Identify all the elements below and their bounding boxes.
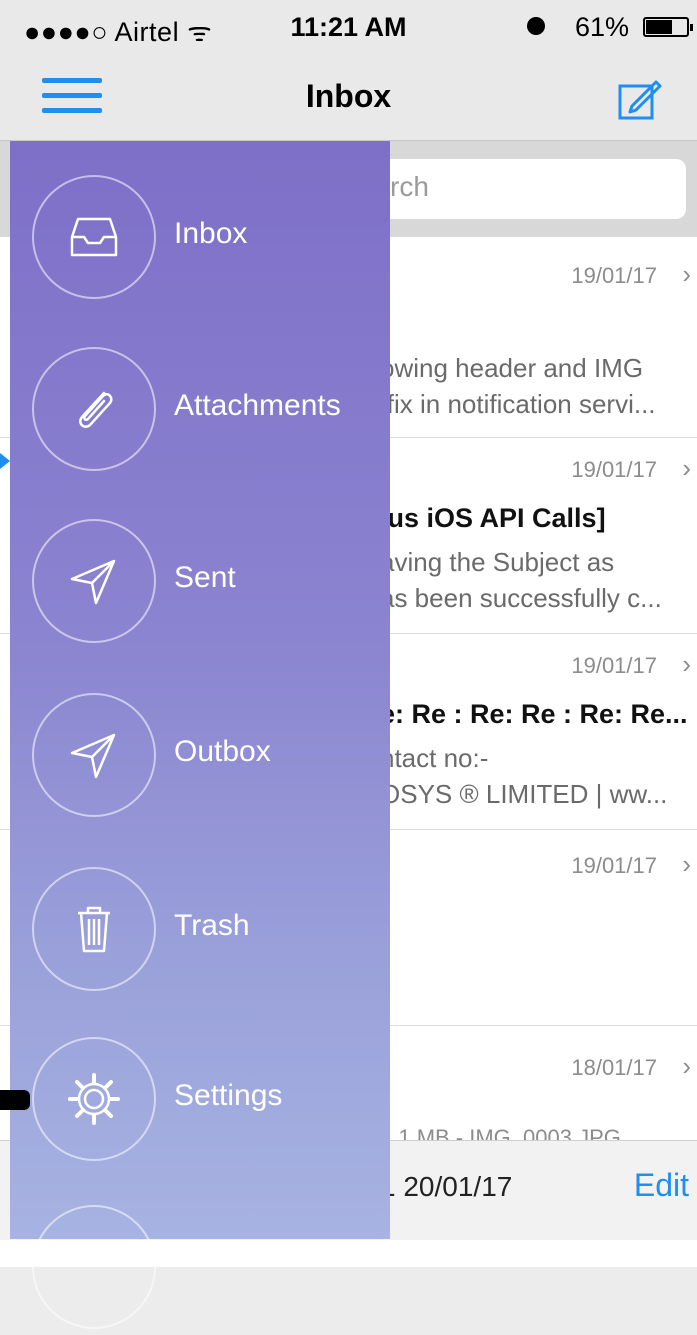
status-bar: ●●●●○ Airtel ᯤ 11:21 AM 61%	[0, 0, 697, 56]
chevron-right-icon: ›	[682, 453, 691, 483]
message-preview-line1: owing header and IMG	[380, 353, 644, 383]
drawer-item-label: Outbox	[174, 735, 271, 768]
message-preview-line2: ffix in notification servi...	[380, 389, 656, 419]
message-date: 19/01/17	[571, 853, 657, 878]
battery-icon	[643, 17, 693, 37]
message-date: 18/01/17	[571, 1055, 657, 1080]
chevron-right-icon: ›	[682, 649, 691, 679]
message-subject: e: Re : Re: Re : Re: Re...	[380, 699, 688, 729]
arrow-right-icon	[0, 453, 10, 469]
message-date: 19/01/17	[571, 263, 657, 288]
drawer-item-inbox[interactable]: Inbox	[10, 175, 390, 305]
drawer-item-label: Trash	[174, 909, 250, 942]
message-preview-line1: ntact no:-	[380, 743, 489, 773]
alarm-icon	[527, 17, 545, 35]
drawer-item-sent[interactable]: Sent	[10, 519, 390, 649]
inbox-tray-icon	[32, 175, 156, 299]
paper-plane-icon	[32, 693, 156, 817]
search-input[interactable]: rch	[350, 159, 686, 219]
trash-icon	[32, 867, 156, 991]
drawer-item-trash[interactable]: Trash	[10, 867, 390, 997]
more-icon	[32, 1205, 156, 1329]
drawer-item-more[interactable]	[10, 1205, 390, 1335]
chevron-right-icon: ›	[682, 849, 691, 879]
message-preview-line2: as been successfully c...	[380, 583, 662, 613]
message-preview-line1: aving the Subject as	[380, 547, 615, 577]
drawer-item-attachments[interactable]: Attachments	[10, 347, 390, 477]
search-placeholder: rch	[390, 171, 429, 202]
drag-handle[interactable]	[0, 1090, 30, 1110]
compose-icon[interactable]	[616, 76, 664, 124]
drawer-item-label: Settings	[174, 1079, 283, 1112]
updated-status: 1 20/01/17	[380, 1171, 513, 1202]
paperclip-icon	[32, 347, 156, 471]
chevron-right-icon: ›	[682, 259, 691, 289]
drawer-item-settings[interactable]: Settings	[10, 1037, 390, 1167]
gear-icon	[32, 1037, 156, 1161]
navigation-bar: Inbox	[0, 56, 697, 141]
drawer-item-outbox[interactable]: Outbox	[10, 693, 390, 823]
side-drawer: Inbox Attachments Sent Outbox Trash Sett…	[10, 141, 390, 1329]
message-subject: lus iOS API Calls]	[380, 503, 606, 533]
chevron-right-icon: ›	[682, 1051, 691, 1081]
message-preview-line2: OSYS ® LIMITED | ww...	[380, 779, 668, 809]
drawer-item-label: Attachments	[174, 389, 341, 422]
page-title: Inbox	[305, 78, 392, 114]
edit-button[interactable]: Edit	[634, 1167, 689, 1204]
message-date: 19/01/17	[571, 457, 657, 482]
battery-percent: 61%	[574, 12, 629, 42]
message-date: 19/01/17	[571, 653, 657, 678]
drawer-item-label: Inbox	[174, 217, 248, 250]
paper-plane-icon	[32, 519, 156, 643]
drawer-item-label: Sent	[174, 561, 236, 594]
